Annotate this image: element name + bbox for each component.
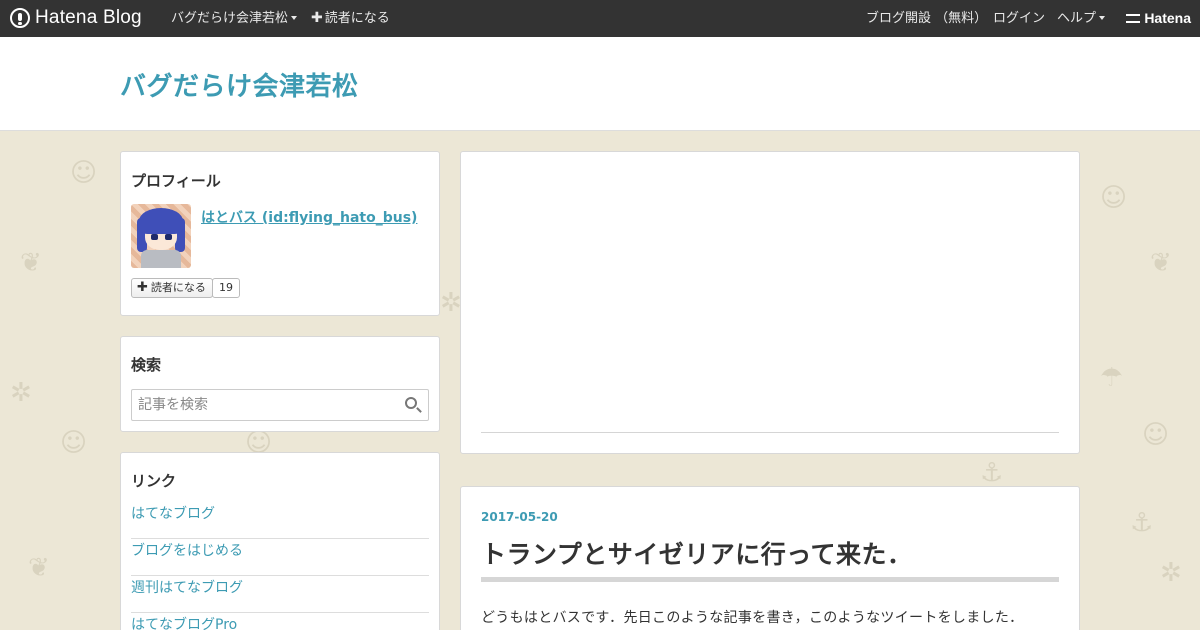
search-icon[interactable] xyxy=(405,397,417,409)
link-item[interactable]: はてなブログ xyxy=(131,502,429,539)
help-dropdown[interactable]: ヘルプ xyxy=(1057,0,1106,37)
profile-title: プロフィール xyxy=(131,172,221,190)
subscribe-button[interactable]: ✚ 読者になる xyxy=(311,0,390,37)
pattern-leaf-icon: ❦ xyxy=(28,553,50,583)
search-module: 検索 xyxy=(120,336,440,432)
pattern-star-icon: ✲ xyxy=(1160,558,1182,588)
follower-count[interactable]: 19 xyxy=(212,278,240,298)
pattern-star-icon: ✲ xyxy=(440,288,462,318)
login-label: ログイン xyxy=(993,11,1046,26)
help-label: ヘルプ xyxy=(1057,11,1097,26)
avatar-hair xyxy=(139,208,183,234)
blog-menu-dropdown[interactable]: バグだらけ会津若松 xyxy=(171,0,298,37)
caret-down-icon xyxy=(291,15,298,20)
login-link[interactable]: ログイン xyxy=(993,0,1045,37)
open-blog-label: ブログ開設 （無料） xyxy=(866,11,988,26)
search-input[interactable] xyxy=(131,389,429,421)
blog-menu-label: バグだらけ会津若松 xyxy=(171,11,289,26)
pattern-leaf-icon: ❦ xyxy=(20,248,42,278)
global-header: Hatena Blog バグだらけ会津若松 ✚ 読者になる ブログ開設 （無料） … xyxy=(0,0,1200,37)
pattern-anchor-icon: ⚓ xyxy=(1130,508,1154,538)
subscribe-label: 読者になる xyxy=(324,11,390,26)
pattern-umbrella-icon: ☂ xyxy=(1100,363,1124,393)
avatar-body xyxy=(141,250,181,268)
title-underline xyxy=(481,577,1059,582)
hatena-label: Hatena xyxy=(1144,10,1191,26)
links-title: リンク xyxy=(131,472,177,490)
links-module: リンク はてなブログ ブログをはじめる 週刊はてなブログ はてなブログPro xyxy=(120,452,440,630)
follow-label: 読者になる xyxy=(150,281,206,294)
logo-text: Hatena Blog xyxy=(35,7,142,28)
post-title[interactable]: トランプとサイゼリアに行って来た． xyxy=(481,535,913,571)
follow-button[interactable]: ✚ 読者になる xyxy=(131,278,213,298)
pattern-smile-icon: ☺ xyxy=(1142,420,1170,450)
pattern-smile-icon: ☺ xyxy=(1100,183,1128,213)
ad-divider xyxy=(481,432,1059,433)
avatar[interactable] xyxy=(131,204,191,268)
blog-header: バグだらけ会津若松 xyxy=(0,37,1200,131)
hatena-logo-icon xyxy=(10,8,30,28)
hatena-mark-icon xyxy=(1126,14,1141,23)
ad-module xyxy=(460,151,1080,454)
open-blog-link[interactable]: ブログ開設 （無料） xyxy=(866,0,987,37)
caret-down-icon xyxy=(1099,15,1106,20)
profile-module: プロフィール はとバス (id:flying_hato_bus) ✚ 読者になる … xyxy=(120,151,440,316)
pattern-star-icon: ✲ xyxy=(10,378,32,408)
hatena-brand-link[interactable]: Hatena xyxy=(1126,0,1191,37)
pattern-smile-icon: ☺ xyxy=(70,158,98,188)
pattern-leaf-icon: ❦ xyxy=(1150,248,1172,278)
link-item[interactable]: 週刊はてなブログ xyxy=(131,576,429,613)
hatena-blog-logo[interactable]: Hatena Blog xyxy=(10,7,142,29)
avatar-eye xyxy=(165,234,172,240)
plus-icon: ✚ xyxy=(311,10,323,26)
link-item[interactable]: はてなブログPro xyxy=(131,613,429,630)
pattern-anchor-icon: ⚓ xyxy=(980,458,1004,488)
pattern-smile-icon: ☺ xyxy=(60,428,88,458)
profile-name-link[interactable]: はとバス (id:flying_hato_bus) xyxy=(201,207,417,227)
blog-title[interactable]: バグだらけ会津若松 xyxy=(120,66,359,103)
plus-icon: ✚ xyxy=(137,280,148,295)
search-title: 検索 xyxy=(131,356,162,374)
post-body-text: どうもはとバスです．先日このような記事を書き，このようなツイートをしました． xyxy=(481,610,1024,626)
article: 2017-05-20 トランプとサイゼリアに行って来た． どうもはとバスです．先… xyxy=(460,486,1080,630)
post-date[interactable]: 2017-05-20 xyxy=(481,510,558,524)
link-item[interactable]: ブログをはじめる xyxy=(131,539,429,576)
avatar-eye xyxy=(151,234,158,240)
